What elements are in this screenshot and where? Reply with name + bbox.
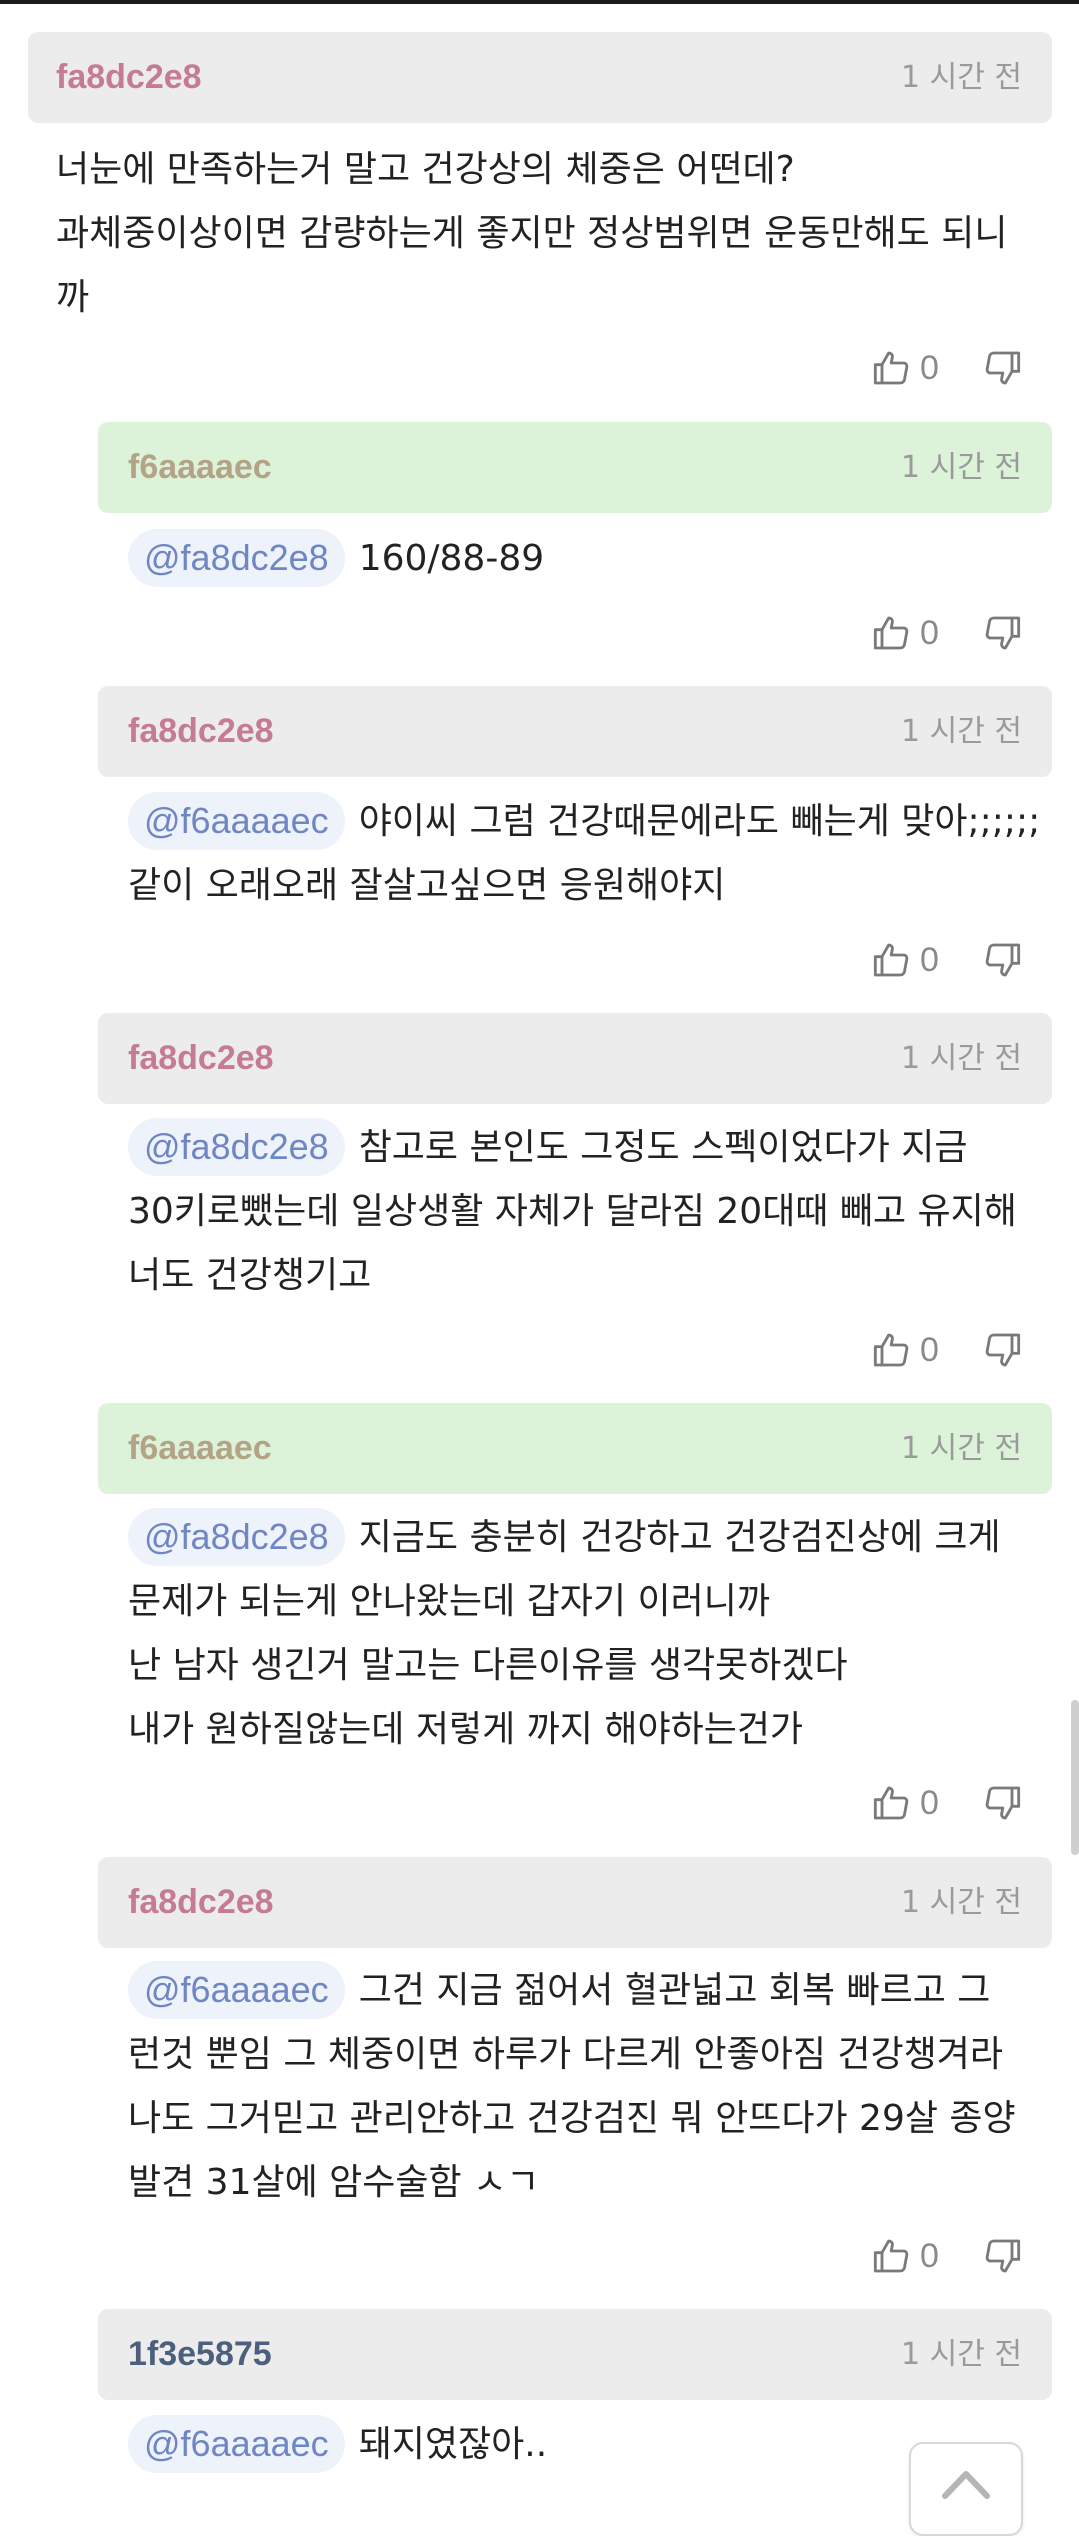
thumbs-down-icon <box>982 1330 1022 1370</box>
thumbs-down-icon <box>982 613 1022 653</box>
comment-body: @fa8dc2e8 지금도 충분히 건강하고 건강검진상에 크게 문제가 되는게 … <box>128 1506 1058 1762</box>
thumbs-up-icon <box>872 1783 912 1823</box>
comment-text-line: @f6aaaaec 야이씨 그럼 건강때문에라도 빼는게 맞아;;;;;; <box>128 790 1058 854</box>
comment-time: 1 시간 전 <box>901 1041 1022 1076</box>
comment-text-line: 난 남자 생긴거 말고는 다른이유를 생각못하겠다 <box>128 1645 848 1686</box>
thumbs-down-icon <box>982 348 1022 388</box>
like-button[interactable]: 0 <box>872 1773 939 1833</box>
comment-text-line: 발견 31살에 암수술함 ㅅㄱ <box>128 2162 540 2203</box>
vote-bar: 0 <box>872 2226 1032 2286</box>
thumbs-up-icon <box>872 1330 912 1370</box>
comment-time: 1 시간 전 <box>901 60 1022 95</box>
mention-tag[interactable]: @f6aaaaec <box>128 2415 345 2473</box>
like-button[interactable]: 0 <box>872 1320 939 1380</box>
vote-bar: 0 <box>872 1320 1032 1380</box>
comment-header: fa8dc2e8 1 시간 전 <box>28 32 1052 123</box>
comment-author[interactable]: fa8dc2e8 <box>56 32 202 123</box>
dislike-button[interactable] <box>982 338 1022 398</box>
mention-tag[interactable]: @fa8dc2e8 <box>128 1508 345 1566</box>
comment-body: @f6aaaaec 그건 지금 젊어서 혈관넓고 회복 빠르고 그 런것 뿐임 그… <box>128 1959 1058 2215</box>
thumbs-down-icon <box>982 2236 1022 2276</box>
comment-text-line: 문제가 되는게 안나왔는데 갑자기 이러니까 <box>128 1581 770 1622</box>
comment-text-line: 내가 원하질않는데 저렇게 까지 해야하는건가 <box>128 1709 804 1750</box>
comment-text: 돼지였잖아.. <box>358 2424 548 2465</box>
comment-time: 1 시간 전 <box>901 1431 1022 1466</box>
dislike-button[interactable] <box>982 930 1022 990</box>
mention-tag[interactable]: @f6aaaaec <box>128 792 345 850</box>
comment-text-line: 너도 건강챙기고 <box>128 1255 372 1296</box>
comment-author[interactable]: fa8dc2e8 <box>128 1857 274 1948</box>
comment-author[interactable]: fa8dc2e8 <box>128 686 274 777</box>
dislike-button[interactable] <box>982 1320 1022 1380</box>
comment-body: @fa8dc2e8 참고로 본인도 그정도 스펙이었다가 지금 30키로뺐는데 일… <box>128 1116 1058 1308</box>
vote-bar: 0 <box>872 930 1032 990</box>
scroll-to-top-button[interactable] <box>909 2442 1023 2536</box>
comment-author[interactable]: 1f3e5875 <box>128 2309 272 2400</box>
comment-text-line: 나도 그거믿고 관리안하고 건강검진 뭐 안뜨다가 29살 종양 <box>128 2098 1016 2139</box>
comment-text-line: 까 <box>56 277 90 318</box>
comment-time: 1 시간 전 <box>901 1885 1022 1920</box>
like-count: 0 <box>920 1330 939 1369</box>
comment-time: 1 시간 전 <box>901 714 1022 749</box>
like-button[interactable]: 0 <box>872 2226 939 2286</box>
vote-bar: 0 <box>872 338 1032 398</box>
comment-header: f6aaaaec 1 시간 전 <box>98 422 1052 513</box>
comment-text-line: @fa8dc2e8 지금도 충분히 건강하고 건강검진상에 크게 <box>128 1506 1058 1570</box>
comment-time: 1 시간 전 <box>901 450 1022 485</box>
top-bar <box>0 0 1079 4</box>
like-count: 0 <box>920 940 939 979</box>
dislike-button[interactable] <box>982 603 1022 663</box>
comment-text: 그건 지금 젊어서 혈관넓고 회복 빠르고 그 <box>358 1970 991 2011</box>
comment-author[interactable]: f6aaaaec <box>128 1403 272 1494</box>
comment-text-line: 같이 오래오래 잘살고싶으면 응원해야지 <box>128 865 726 906</box>
dislike-button[interactable] <box>982 1773 1022 1833</box>
comment-text: 지금도 충분히 건강하고 건강검진상에 크게 <box>358 1517 1001 1558</box>
mention-tag[interactable]: @fa8dc2e8 <box>128 1118 345 1176</box>
comment-text-line: 30키로뺐는데 일상생활 자체가 달라짐 20대때 빼고 유지해 <box>128 1191 1017 1232</box>
like-count: 0 <box>920 1783 939 1822</box>
vote-bar: 0 <box>872 603 1032 663</box>
comment-author[interactable]: fa8dc2e8 <box>128 1013 274 1104</box>
comment-header: f6aaaaec 1 시간 전 <box>98 1403 1052 1494</box>
comment-text-line: @fa8dc2e8 160/88-89 <box>128 527 1048 591</box>
comment-author[interactable]: f6aaaaec <box>128 422 272 513</box>
comment-time: 1 시간 전 <box>901 2337 1022 2372</box>
comment-text: 160/88-89 <box>358 538 545 579</box>
comment-header: fa8dc2e8 1 시간 전 <box>98 686 1052 777</box>
mention-tag[interactable]: @fa8dc2e8 <box>128 529 345 587</box>
comment-text: 야이씨 그럼 건강때문에라도 빼는게 맞아;;;;;; <box>358 801 1041 842</box>
comment-header: 1f3e5875 1 시간 전 <box>98 2309 1052 2400</box>
comment-body: @fa8dc2e8 160/88-89 <box>128 527 1048 591</box>
like-count: 0 <box>920 348 939 387</box>
comment-text: 참고로 본인도 그정도 스펙이었다가 지금 <box>358 1127 968 1168</box>
comment-text-line: @f6aaaaec 그건 지금 젊어서 혈관넓고 회복 빠르고 그 <box>128 1959 1058 2023</box>
like-count: 0 <box>920 2236 939 2275</box>
thumbs-down-icon <box>982 1783 1022 1823</box>
comment-text-line: 런것 뿐임 그 체중이면 하루가 다르게 안좋아짐 건강챙겨라 <box>128 2034 1003 2075</box>
like-button[interactable]: 0 <box>872 930 939 990</box>
comment-text-line: 너눈에 만족하는거 말고 건강상의 체중은 어떤데? <box>56 149 795 190</box>
mention-tag[interactable]: @f6aaaaec <box>128 1961 345 2019</box>
thumbs-up-icon <box>872 940 912 980</box>
scrollbar-thumb[interactable] <box>1071 1700 1079 1855</box>
vote-bar: 0 <box>872 1773 1032 1833</box>
thumbs-down-icon <box>982 940 1022 980</box>
comment-text-line: @fa8dc2e8 참고로 본인도 그정도 스펙이었다가 지금 <box>128 1116 1058 1180</box>
comment-body: 너눈에 만족하는거 말고 건강상의 체중은 어떤데? 과체중이상이면 감량하는게… <box>56 138 1046 330</box>
thumbs-up-icon <box>872 613 912 653</box>
like-count: 0 <box>920 613 939 652</box>
comment-header: fa8dc2e8 1 시간 전 <box>98 1013 1052 1104</box>
thumbs-up-icon <box>872 348 912 388</box>
dislike-button[interactable] <box>982 2226 1022 2286</box>
comment-body: @f6aaaaec 야이씨 그럼 건강때문에라도 빼는게 맞아;;;;;; 같이 … <box>128 790 1058 918</box>
like-button[interactable]: 0 <box>872 338 939 398</box>
comment-text-line: 과체중이상이면 감량하는게 좋지만 정상범위면 운동만해도 되니 <box>56 213 1008 254</box>
comment-header: fa8dc2e8 1 시간 전 <box>98 1857 1052 1948</box>
like-button[interactable]: 0 <box>872 603 939 663</box>
thumbs-up-icon <box>872 2236 912 2276</box>
